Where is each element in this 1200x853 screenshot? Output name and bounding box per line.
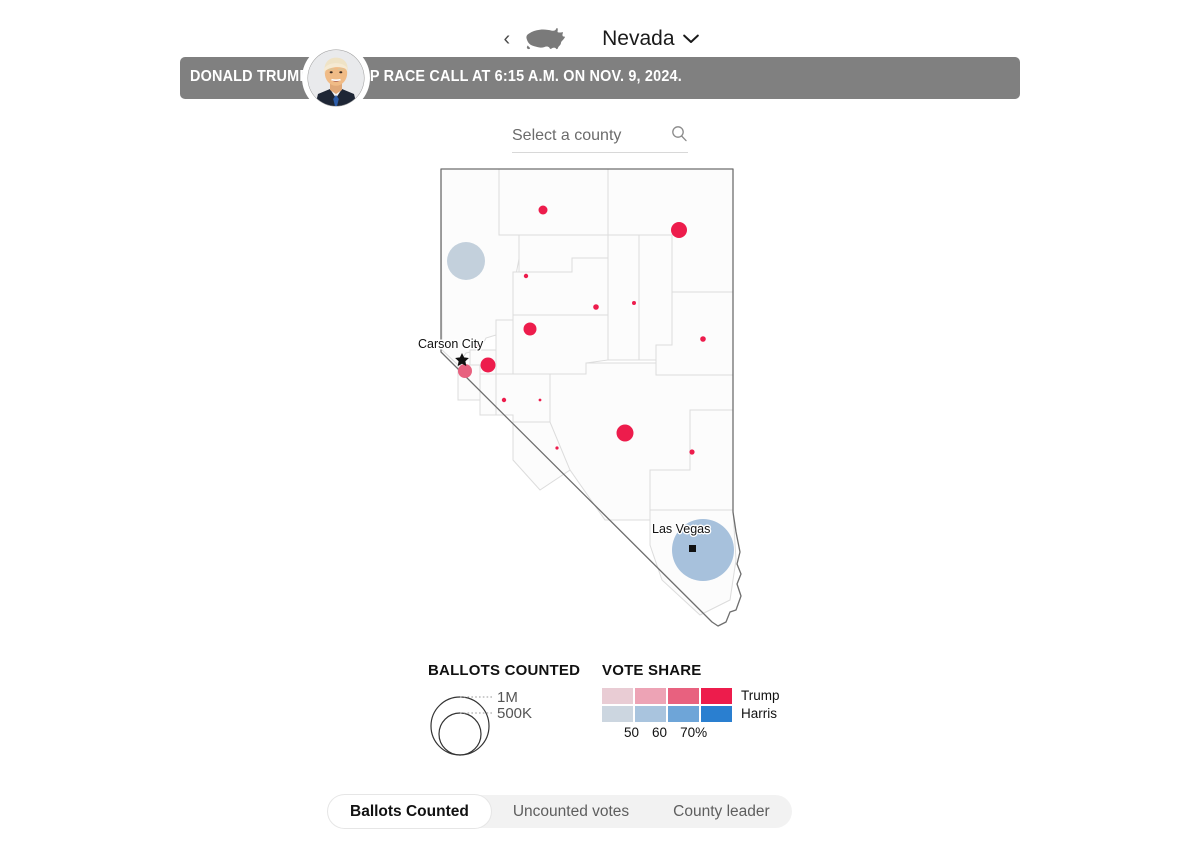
search-icon[interactable] (671, 125, 688, 147)
legend-candidate-trump: Trump (741, 688, 780, 703)
legend-ballots-counted: BALLOTS COUNTED 1M 500K (428, 662, 593, 763)
view-mode-tabs: Ballots Counted Uncounted votes County l… (328, 795, 792, 828)
county-bubble-white-pine (700, 336, 706, 342)
county-bubble-churchill (523, 322, 537, 336)
nevada-county-map[interactable]: Carson City Las Vegas (400, 160, 800, 650)
las-vegas-square-icon (689, 545, 696, 552)
chevron-left-icon[interactable]: ‹ (501, 29, 512, 49)
county-bubble-lincoln (689, 449, 695, 455)
harris-swatch-2 (635, 706, 666, 722)
state-selector[interactable]: Nevada (602, 27, 699, 51)
trump-swatch-4 (701, 688, 732, 704)
candidate-names: Trump Harris (741, 688, 780, 722)
county-bubble-douglas (480, 357, 496, 373)
tab-uncounted-votes[interactable]: Uncounted votes (491, 795, 651, 828)
scale-tick-60: 60 (652, 725, 668, 740)
top-navigation: ‹ Nevada (0, 20, 1200, 58)
county-bubble-esmeralda (555, 446, 559, 450)
us-map-icon[interactable] (526, 26, 570, 52)
vote-share-swatches: Trump Harris (602, 688, 782, 722)
search-input[interactable] (512, 127, 652, 145)
trump-swatch-2 (635, 688, 666, 704)
trump-swatch-row (602, 688, 734, 704)
legend-ballots-title: BALLOTS COUNTED (428, 662, 581, 679)
state-name-label: Nevada (602, 27, 675, 50)
county-search[interactable] (512, 120, 688, 153)
county-bubble-storey (476, 344, 480, 348)
trump-swatch-3 (668, 688, 699, 704)
county-bubble-mineral (538, 398, 542, 402)
legend-vote-share: VOTE SHARE Trump Harris 50 60 70% (602, 662, 782, 740)
scale-tick-70: 70% (680, 725, 708, 740)
scale-tick-50: 50 (624, 725, 640, 740)
county-bubble-pershing (523, 273, 529, 279)
county-bubble-clark (672, 519, 734, 581)
legend-ballots-outer-label: 1M (497, 689, 518, 706)
swatch-columns (602, 688, 734, 722)
legend-ballots-inner-label: 500K (497, 705, 532, 722)
chevron-down-icon (682, 34, 699, 44)
race-call-text: DONALD TRUMP WINS. AP RACE CALL AT 6:15 … (190, 68, 682, 85)
county-bubble-carson-city (458, 364, 472, 378)
county-bubble-nye (616, 424, 634, 442)
election-map-page: ‹ Nevada DONALD TRUMP WINS. AP RACE CALL… (0, 0, 1200, 853)
legend-ballots-symbols: 1M 500K (430, 689, 532, 756)
county-bubble-humboldt (538, 205, 548, 215)
vote-share-scale: 50 60 70% (624, 725, 782, 740)
county-bubble-elko (671, 222, 687, 238)
donald-trump-avatar (304, 46, 368, 110)
county-bubble-lander (593, 304, 599, 310)
county-bubble-eureka (632, 301, 636, 305)
map-svg[interactable] (400, 160, 800, 650)
county-bubble-washoe (447, 242, 485, 280)
harris-swatch-row (602, 706, 734, 722)
trump-swatch-1 (602, 688, 633, 704)
harris-swatch-3 (668, 706, 699, 722)
legend-vote-share-title: VOTE SHARE (602, 662, 702, 679)
tab-ballots-counted[interactable]: Ballots Counted (328, 795, 491, 828)
harris-swatch-4 (701, 706, 732, 722)
tab-county-leader[interactable]: County leader (651, 795, 792, 828)
county-bubble-lyon (501, 397, 507, 403)
harris-swatch-1 (602, 706, 633, 722)
legend-candidate-harris: Harris (741, 706, 777, 721)
